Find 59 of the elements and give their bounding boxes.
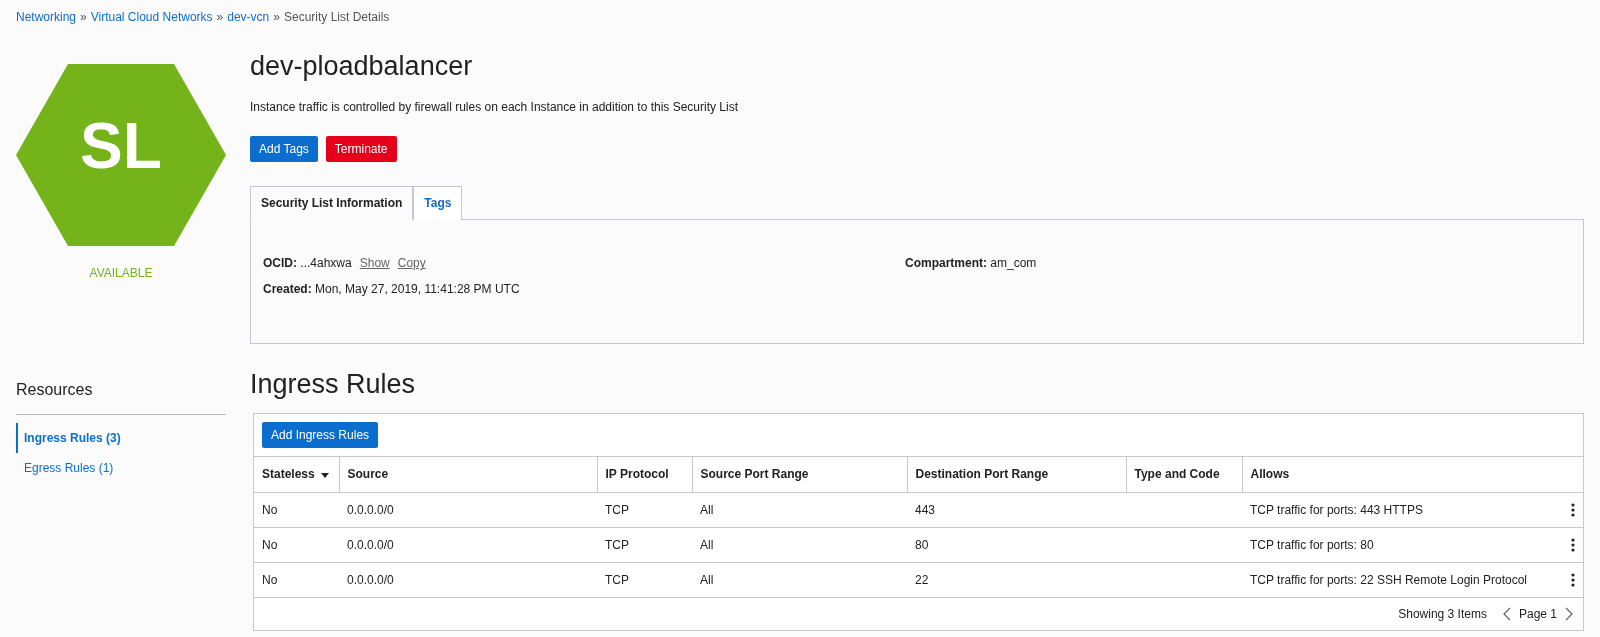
column-header[interactable]: Stateless: [254, 456, 339, 493]
column-header: Type and Code: [1126, 456, 1242, 493]
breadcrumb-separator: »: [216, 9, 224, 26]
page-label: Page 1: [1518, 605, 1557, 623]
table-cell: All: [700, 572, 714, 587]
hexagon-label: SL: [79, 109, 163, 184]
page-title: dev-ploadbalancer: [250, 50, 474, 83]
breadcrumb-separator: »: [80, 9, 87, 26]
tab[interactable]: Security List Information: [250, 186, 414, 221]
breadcrumb-link[interactable]: Virtual Cloud Networks: [90, 8, 213, 26]
table-cell: No: [262, 502, 278, 517]
table-cell: 0.0.0.0/0: [347, 537, 394, 552]
ocid-link[interactable]: Show: [359, 254, 390, 273]
sort-caret-icon: [320, 472, 329, 478]
breadcrumb-link[interactable]: Networking: [16, 8, 77, 26]
table-cell: No: [262, 572, 278, 587]
hexagon-icon: [16, 64, 226, 246]
column-header: Destination Port Range: [907, 456, 1126, 493]
table-cell: 0.0.0.0/0: [347, 502, 394, 517]
table-cell-text: TCP traffic for ports: 443 HTTPS: [1250, 501, 1423, 519]
column-header: Source Port Range: [692, 456, 907, 493]
description-text: Instance traffic is controlled by firewall rules on each Instance in addition to this Security List: [250, 99, 740, 117]
breadcrumb-link[interactable]: dev-vcn: [227, 8, 270, 26]
table-cell: 443: [915, 502, 936, 517]
previous-page-icon[interactable]: [1502, 606, 1511, 621]
table-cell: 80: [915, 537, 929, 552]
item-count: Showing 3 Items: [1398, 605, 1487, 623]
table-cell: TCP: [605, 537, 629, 552]
add-ingress-rules-button[interactable]: Add Ingress Rules: [262, 421, 379, 448]
breadcrumb-separator: »: [273, 9, 280, 26]
kebab-menu-icon[interactable]: [1571, 537, 1575, 552]
tab[interactable]: Tags: [413, 186, 463, 221]
kebab-menu-icon[interactable]: [1571, 502, 1575, 517]
info-created: Created: Mon, May 27, 2019, 11:41:28 PM UTC: [263, 281, 521, 299]
column-header: IP Protocol: [597, 456, 692, 493]
resource-link[interactable]: Egress Rules (1): [16, 453, 226, 483]
ocid-label: OCID: ...4ahxwa: [263, 255, 352, 273]
column-header: Source: [339, 456, 597, 493]
resource-link[interactable]: Ingress Rules (3): [16, 423, 226, 453]
table-cell: All: [700, 537, 714, 552]
table-cell: All: [700, 502, 714, 517]
table-cell-text: TCP traffic for ports: 80: [1250, 536, 1374, 554]
table-cell-text: TCP traffic for ports: 22 SSH Remote Login Protocol: [1250, 571, 1527, 589]
table-cell: 22: [915, 572, 929, 587]
info-compartment: Compartment: am_com: [905, 255, 1037, 273]
column-header: Allows: [1242, 456, 1583, 493]
kebab-menu-icon[interactable]: [1571, 572, 1575, 587]
table-cell: No: [262, 537, 278, 552]
next-page-icon[interactable]: [1565, 606, 1573, 621]
ocid-link[interactable]: Copy: [397, 254, 426, 273]
add-tags-button[interactable]: Add Tags: [250, 136, 318, 163]
table-cell: 0.0.0.0/0: [347, 572, 394, 587]
resources-heading: Resources: [16, 378, 226, 415]
terminate-button[interactable]: Terminate: [325, 136, 397, 163]
breadcrumb-current: Security List Details: [283, 9, 390, 26]
table-cell: TCP: [605, 502, 629, 517]
table-cell: TCP: [605, 572, 629, 587]
status-label: AVAILABLE: [88, 265, 154, 282]
section-heading: Ingress Rules: [250, 368, 417, 401]
